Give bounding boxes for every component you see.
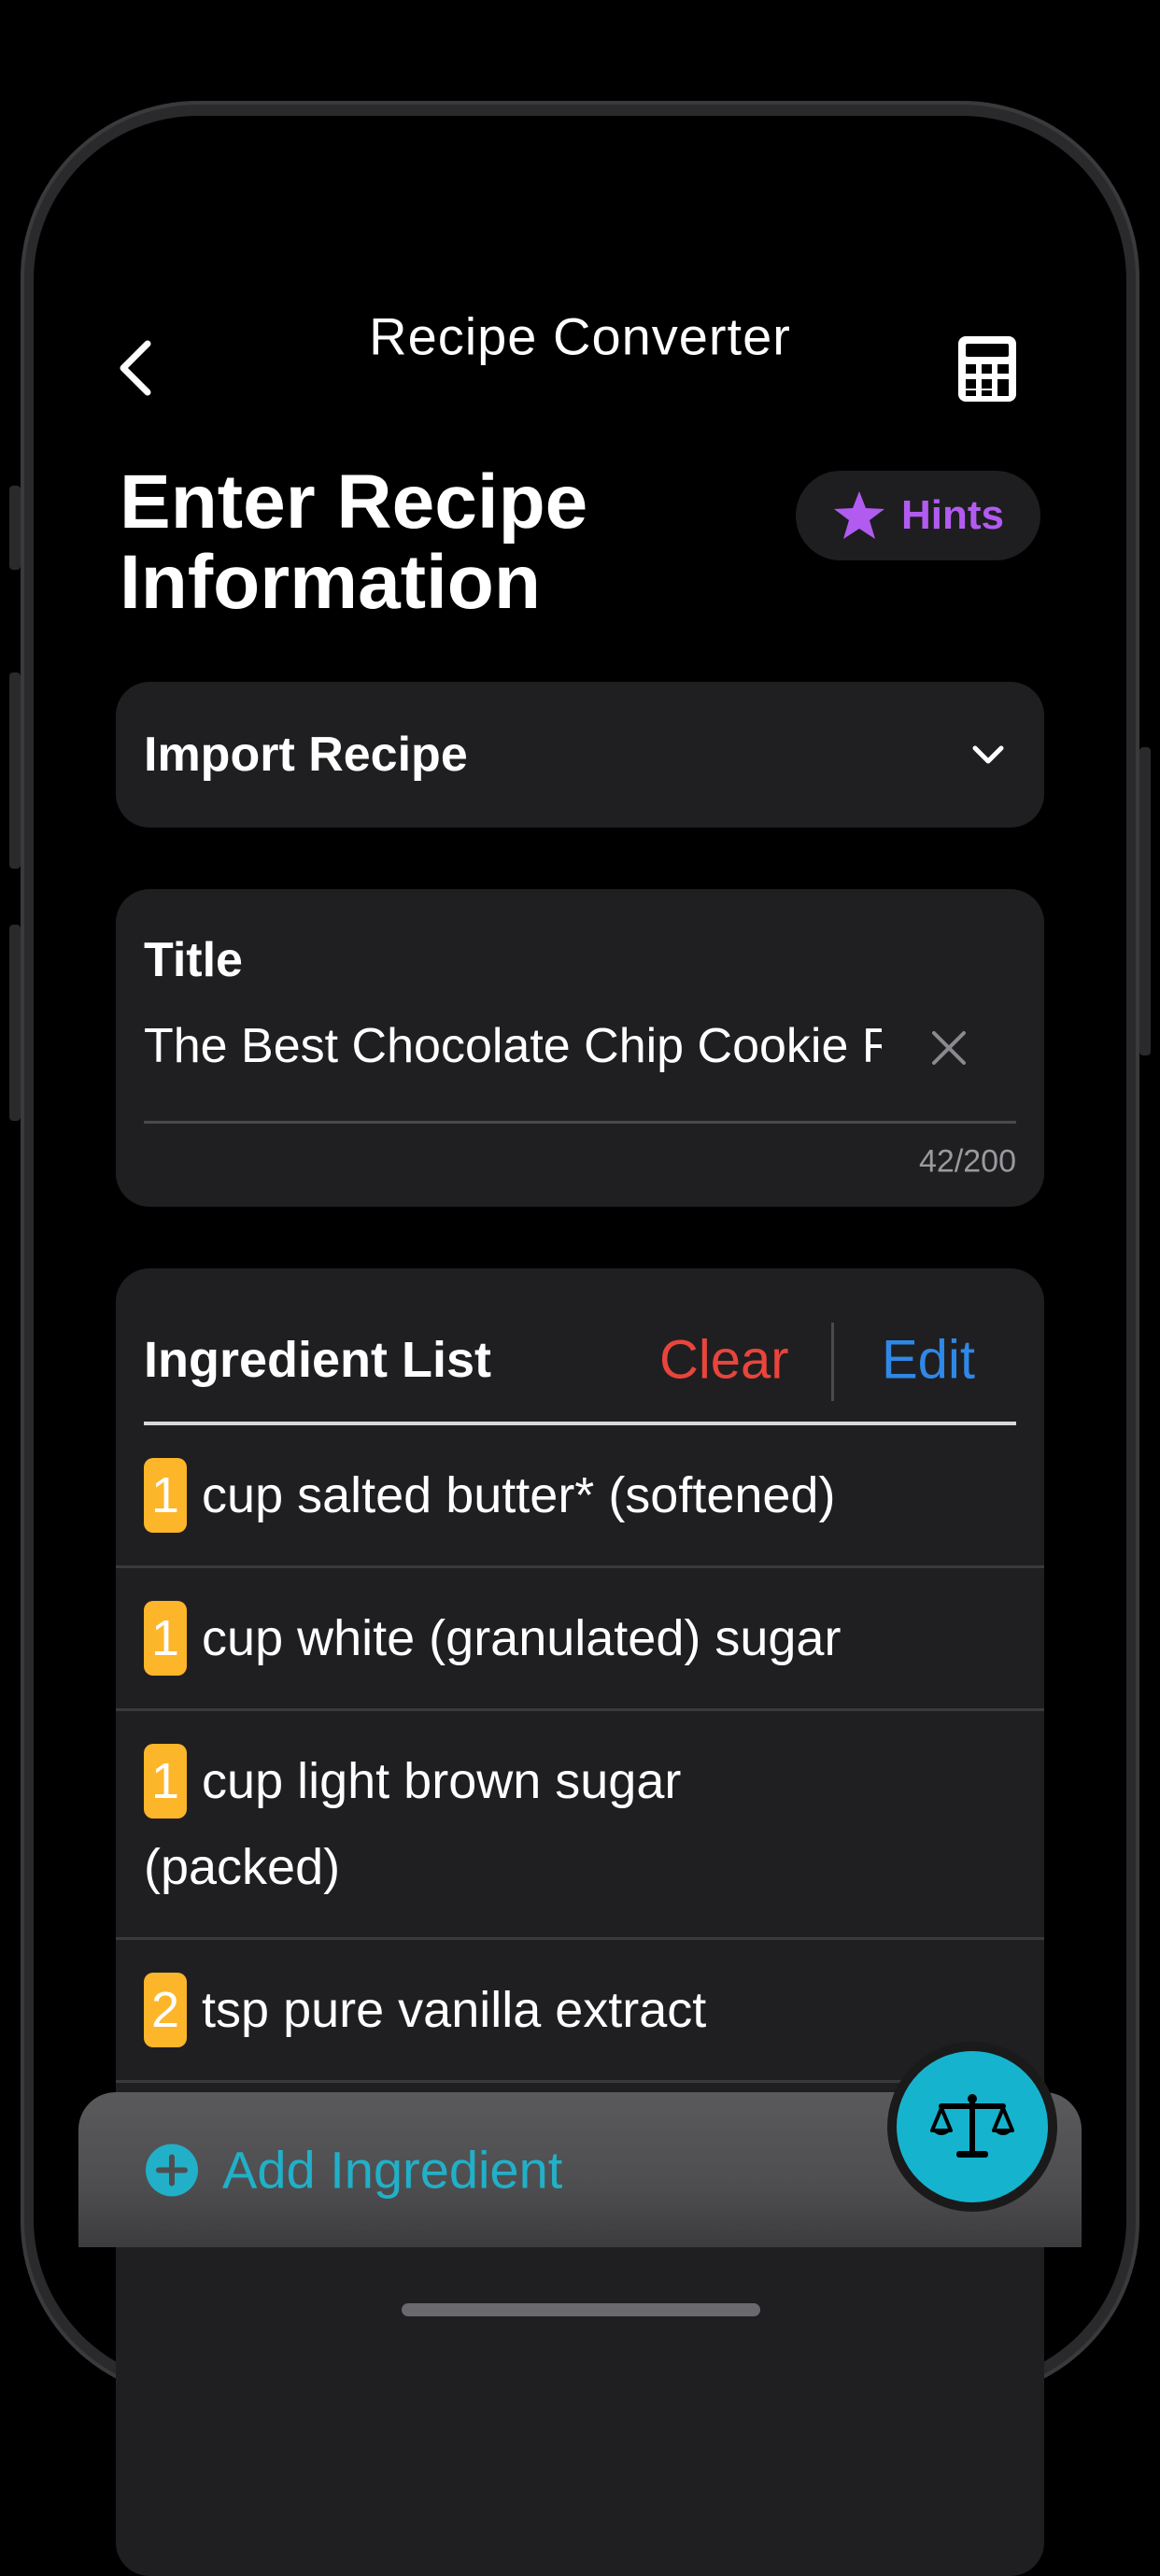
character-counter: 42/200 (919, 1143, 1016, 1180)
side-button (9, 925, 21, 1121)
ingredient-text: 1 cup white (granulated) sugar (144, 1595, 1007, 1681)
title-input[interactable] (144, 999, 882, 1093)
ingredient-description: cup salted butter* (softened) (202, 1467, 836, 1523)
page-title-line1: Enter Recipe (120, 460, 588, 545)
add-ingredient-button[interactable]: Add Ingredient (144, 2140, 562, 2201)
ingredient-description: cup white (granulated) sugar (202, 1610, 842, 1666)
page-title-line2: Information (120, 540, 541, 625)
chevron-down-icon (972, 745, 1004, 764)
plus-circle-icon (146, 2144, 198, 2196)
quantity-badge[interactable]: 1 (144, 1601, 188, 1676)
ingredient-text: 2 tsp pure vanilla extract (144, 1967, 1007, 2053)
hints-button[interactable]: Hints (796, 471, 1040, 560)
ingredient-text: 1 cup light brown sugar (packed) (144, 1738, 820, 1910)
side-button (9, 486, 21, 570)
ingredient-row[interactable]: 2 tsp pure vanilla extract (116, 1940, 1044, 2083)
ingredient-row[interactable]: 1 cup light brown sugar (packed) (116, 1711, 1044, 1940)
ingredient-list-card: Ingredient List Clear Edit 1 cup salted b… (116, 1268, 1044, 2576)
quantity-badge[interactable]: 1 (144, 1744, 188, 1819)
side-button (1139, 747, 1151, 1055)
ingredient-description: cup light brown sugar (packed) (144, 1753, 682, 1895)
hints-label: Hints (901, 492, 1004, 538)
ingredient-text: 1 cup salted butter* (softened) (144, 1452, 1007, 1538)
scale-icon (930, 2094, 1014, 2158)
close-icon[interactable] (930, 1029, 968, 1067)
clear-button[interactable]: Clear (659, 1329, 789, 1392)
ingredient-list-title: Ingredient List (144, 1332, 492, 1388)
edit-button[interactable]: Edit (882, 1329, 975, 1392)
ingredient-row[interactable]: 1 cup salted butter* (softened) (116, 1425, 1044, 1568)
import-recipe-label: Import Recipe (144, 728, 468, 782)
title-label: Title (144, 933, 243, 987)
quantity-badge[interactable]: 2 (144, 1973, 188, 2047)
title-underline (144, 1121, 1016, 1124)
import-recipe-dropdown[interactable]: Import Recipe (116, 682, 1044, 828)
ingredient-row[interactable]: 1 cup white (granulated) sugar (116, 1568, 1044, 1711)
home-indicator[interactable] (402, 2303, 760, 2316)
title-card: Title 42/200 (116, 889, 1044, 1207)
star-icon (834, 491, 884, 539)
calculator-button[interactable] (956, 334, 1018, 403)
add-ingredient-label: Add Ingredient (222, 2140, 563, 2200)
calculator-icon (958, 336, 1016, 402)
side-button (9, 672, 21, 869)
page-title: Enter Recipe Information (120, 462, 587, 623)
ingredient-description: tsp pure vanilla extract (202, 1982, 707, 2038)
quantity-badge[interactable]: 1 (144, 1458, 188, 1533)
scale-button[interactable] (887, 2042, 1057, 2212)
divider (831, 1323, 834, 1401)
